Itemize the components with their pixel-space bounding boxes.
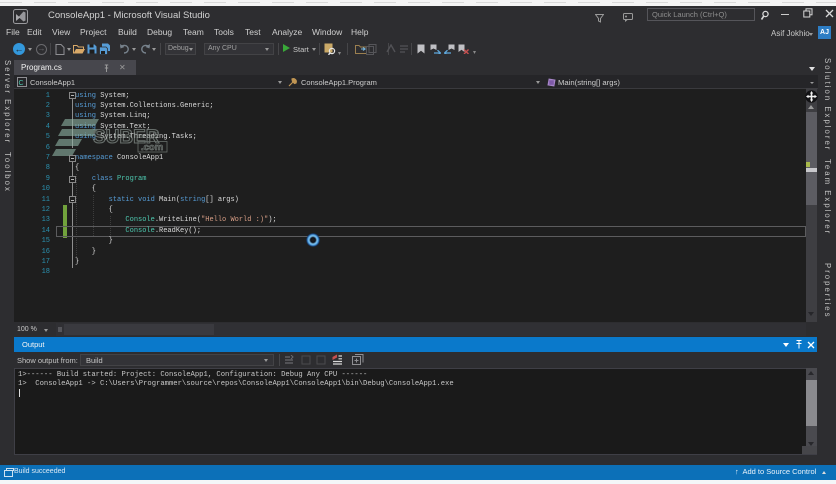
svg-text:C: C xyxy=(19,80,24,87)
svg-text:.com: .com xyxy=(141,142,163,153)
